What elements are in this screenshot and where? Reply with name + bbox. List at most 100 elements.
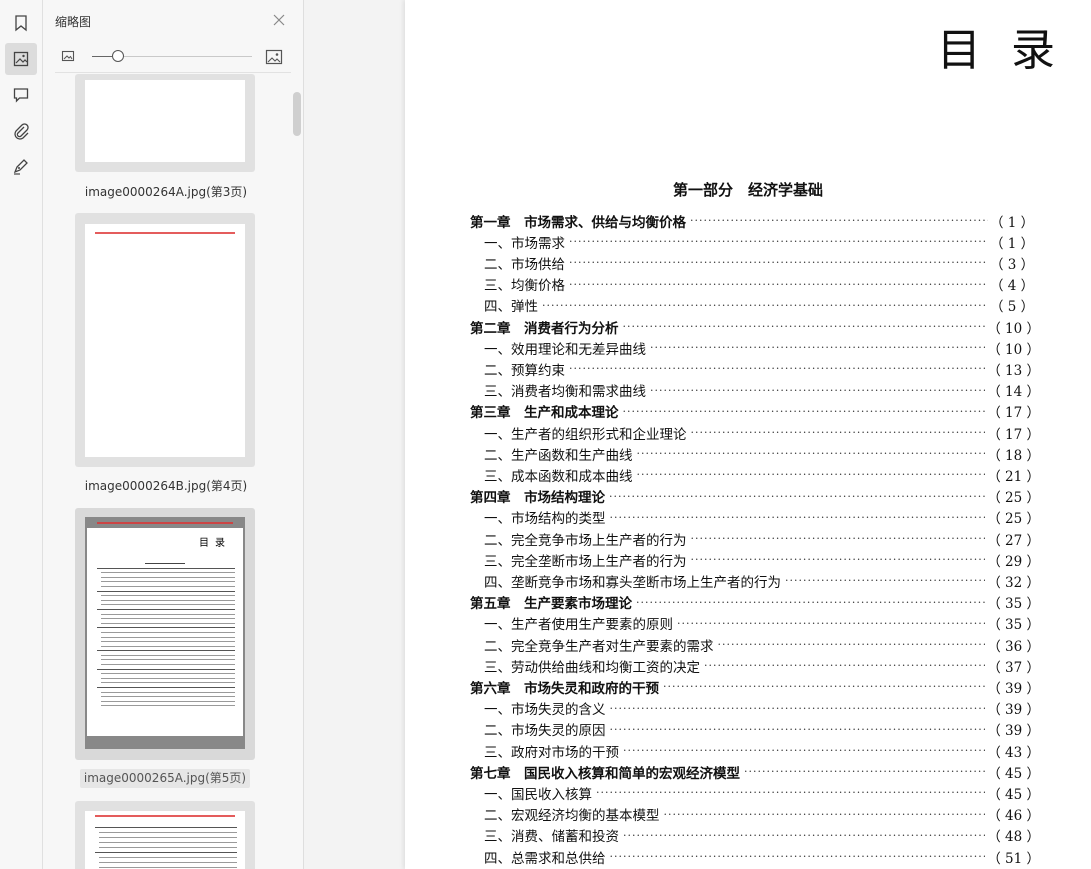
- toc-section-entry[interactable]: 二、宏观经济均衡的基本模型 ···························…: [484, 804, 1040, 825]
- signature-button[interactable]: [5, 151, 37, 183]
- thumbnail-toc-line: [101, 659, 235, 661]
- toc-chapter-entry[interactable]: 第一章 市场需求、供给与均衡价格 ························…: [470, 210, 1040, 231]
- panel-title: 缩略图: [55, 15, 92, 29]
- toc-section-entry[interactable]: 二、市场失灵的原因 ·······························…: [484, 719, 1040, 740]
- toc-entry-title: 三、均衡价格: [484, 278, 565, 295]
- toc-leader-dots: ········································…: [623, 828, 986, 842]
- toc-leader-dots: ········································…: [609, 701, 986, 715]
- toc-chapter-entry[interactable]: 第三章 生产和成本理论 ·····························…: [470, 401, 1040, 422]
- toc-page-number: （ 37 ）: [987, 659, 1040, 676]
- toc-page-number: （ 4 ）: [990, 278, 1035, 295]
- toc-entry-title: 二、完全竞争市场上生产者的行为: [484, 532, 687, 549]
- toc-leader-dots: ········································…: [569, 235, 988, 249]
- comment-button[interactable]: [5, 79, 37, 111]
- comment-icon: [13, 88, 29, 103]
- page-heading: 目录: [937, 25, 1085, 76]
- toc-section-entry[interactable]: 二、生产函数和生产曲线 ·····························…: [484, 443, 1040, 464]
- toc-section-entry[interactable]: 一、市场失灵的含义 ·······························…: [484, 698, 1040, 719]
- toc-page-number: （ 45 ）: [987, 786, 1040, 803]
- toc-entry-title: 一、生产者使用生产要素的原则: [484, 617, 673, 634]
- toc-leader-dots: ········································…: [690, 426, 986, 439]
- toc-entry-title: 四、弹性: [484, 299, 538, 316]
- thumbnail-toc-line: [99, 862, 237, 863]
- toc-section-entry[interactable]: 一、生产者的组织形式和企业理论 ·························…: [484, 422, 1040, 443]
- thumbnail-toc-line: [95, 827, 237, 828]
- thumbnail-toc-line: [101, 585, 235, 587]
- close-icon[interactable]: [272, 13, 286, 27]
- toc-page-number: （ 10 ）: [987, 341, 1040, 358]
- toc-page-number: （ 27 ）: [987, 532, 1040, 549]
- toc-section-entry[interactable]: 一、生产者使用生产要素的原则 ··························…: [484, 613, 1040, 634]
- thumbnail-button[interactable]: [5, 43, 37, 75]
- thumbnail-toc-line: [101, 581, 235, 583]
- toc-page-number: （ 3 ）: [990, 256, 1035, 273]
- toc-leader-dots: ········································…: [609, 489, 985, 503]
- toc-leader-dots: ········································…: [677, 616, 985, 630]
- toc-section-entry[interactable]: 一、市场需求 ··································…: [484, 231, 1040, 252]
- thumbnail-toc-line: [101, 705, 235, 707]
- toc-page-number: （ 17 ）: [987, 405, 1040, 422]
- toc-page-number: （ 48 ）: [987, 829, 1040, 846]
- thumbnail-page-3[interactable]: [75, 74, 255, 172]
- toc-chapter-entry[interactable]: 第四章 市场结构理论 ······························…: [470, 486, 1040, 507]
- thumbnail-toc-line: [101, 572, 235, 574]
- thumbnail-icon: [13, 51, 29, 67]
- toc-section-entry[interactable]: 三、政府对市场的干预 ······························…: [484, 740, 1040, 761]
- thumbnail-label: image0000264B.jpg(第4页): [84, 479, 248, 493]
- thumbnail-page-4[interactable]: [75, 213, 255, 467]
- toc-chapter-entry[interactable]: 第五章 生产要素市场理论 ····························…: [470, 592, 1040, 613]
- toc-section-entry[interactable]: 三、劳动供给曲线和均衡工资的决定 ························…: [484, 655, 1040, 676]
- attachment-button[interactable]: [5, 115, 37, 147]
- thumbnail-image: [85, 80, 245, 162]
- toc-section-entry[interactable]: 四、总需求和总供给 ·······························…: [484, 846, 1040, 867]
- thumbnail-toc-line: [97, 608, 235, 610]
- thumbnail-toc-line: [99, 842, 237, 843]
- toc-leader-dots: ········································…: [636, 468, 986, 482]
- toc-leader-dots: ········································…: [569, 362, 986, 376]
- toc-section-entry[interactable]: 三、消费者均衡和需求曲线 ····························…: [484, 380, 1040, 401]
- toc-entry-title: 二、市场供给: [484, 256, 565, 273]
- toc-page-number: （ 39 ）: [987, 680, 1040, 697]
- toc-chapter-entry[interactable]: 第七章 国民收入核算和简单的宏观经济模型 ····················…: [470, 761, 1040, 782]
- thumbnail-page-5[interactable]: 目录: [75, 508, 255, 760]
- zoom-slider-fill: [92, 56, 112, 57]
- thumbnail-toc-line: [101, 654, 235, 656]
- toc-chapter-entry[interactable]: 第六章 市场失灵和政府的干预 ··························…: [470, 676, 1040, 697]
- toc-section-entry[interactable]: 二、完全竞争生产者对生产要素的需求 ·······················…: [484, 634, 1040, 655]
- toc-leader-dots: ········································…: [717, 638, 986, 651]
- toc-section-entry[interactable]: 一、效用理论和无差异曲线 ····························…: [484, 337, 1040, 358]
- toc-entry-title: 一、国民收入核算: [484, 786, 592, 803]
- toc-section-entry[interactable]: 四、弹性 ····································…: [484, 295, 1040, 316]
- thumbnail-toc-line: [97, 668, 235, 670]
- toc-section-entry[interactable]: 四、垄断竞争市场和寡头垄断市场上生产者的行为 ··················…: [484, 570, 1040, 591]
- toc-page-number: （ 14 ）: [987, 384, 1040, 401]
- toc-entry-title: 一、效用理论和无差异曲线: [484, 341, 646, 358]
- toc-page-number: （ 25 ）: [987, 490, 1040, 507]
- thumbnail-scrollbar[interactable]: [293, 92, 301, 136]
- toc-section-entry[interactable]: 二、预算约束 ··································…: [484, 358, 1040, 379]
- toc-chapter-entry[interactable]: 第二章 消费者行为分析 ·····························…: [470, 316, 1040, 337]
- toc-page-number: （ 39 ）: [987, 702, 1040, 719]
- thumbnail-header-line: [95, 815, 235, 817]
- thumbnail-toc-line: [101, 677, 235, 679]
- thumbnail-toc-line: [101, 622, 235, 624]
- toc-section-entry[interactable]: 二、完全竞争市场上生产者的行为 ·························…: [484, 528, 1040, 549]
- toc-entry-title: 第五章 生产要素市场理论: [470, 596, 632, 613]
- toc-section-entry[interactable]: 三、成本函数和成本曲线 ·····························…: [484, 464, 1040, 485]
- thumbnail-toc-line: [101, 664, 235, 666]
- thumbnail-image: [85, 811, 245, 869]
- toc-section-entry[interactable]: 三、完全垄断市场上生产者的行为 ·························…: [484, 549, 1040, 570]
- thumbnail-page-6[interactable]: [75, 801, 255, 869]
- toc-section-entry[interactable]: 三、均衡价格 ··································…: [484, 274, 1040, 295]
- zoom-slider-handle[interactable]: [112, 50, 124, 62]
- zoom-out-image-icon[interactable]: [61, 49, 75, 63]
- bookmark-button[interactable]: [5, 7, 37, 39]
- thumbnail-toc-line: [101, 618, 235, 620]
- zoom-in-image-icon[interactable]: [265, 48, 283, 66]
- toc-section-entry[interactable]: 一、市场结构的类型 ·······························…: [484, 507, 1040, 528]
- toc-section-entry[interactable]: 一、国民收入核算 ································…: [484, 782, 1040, 803]
- toc-section-entry[interactable]: 三、消费、储蓄和投资 ······························…: [484, 825, 1040, 846]
- toc-entry-title: 三、政府对市场的干预: [484, 744, 619, 761]
- toc-section-entry[interactable]: 二、市场供给 ··································…: [484, 252, 1040, 273]
- toc-leader-dots: ········································…: [636, 595, 985, 609]
